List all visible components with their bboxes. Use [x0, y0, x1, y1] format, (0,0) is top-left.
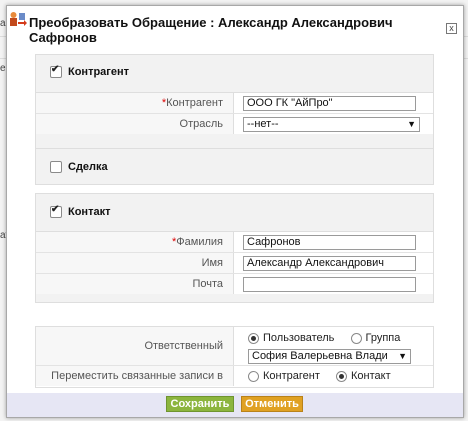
first-name-label: Имя	[36, 253, 234, 273]
first-name-input[interactable]: Александр Александрович	[243, 256, 416, 271]
contact-section: Контакт *Фамилия Сафронов Имя Александр …	[35, 193, 434, 303]
deal-section-header[interactable]: Сделка	[50, 159, 108, 175]
responsible-type-radios: Пользователь Группа	[248, 331, 411, 345]
responsible-user-select[interactable]: София Валерьевна Влади ▼	[248, 349, 411, 364]
convert-icon	[10, 12, 27, 26]
assignment-section: Ответственный Пользователь Группа София …	[35, 326, 434, 388]
radio-move-contact[interactable]	[336, 370, 347, 382]
cancel-button[interactable]: Отменить	[241, 396, 303, 412]
assignment-fields: Ответственный Пользователь Группа София …	[36, 327, 433, 386]
responsible-row: Ответственный Пользователь Группа София …	[36, 327, 433, 366]
contact-checkbox[interactable]	[50, 204, 62, 218]
last-name-input[interactable]: Сафронов	[243, 235, 416, 250]
dialog-title: Преобразовать Обращение : Александр Алек…	[29, 15, 393, 45]
move-records-label: Переместить связанные записи в	[36, 366, 234, 386]
radio-user-label: Пользователь	[263, 332, 335, 344]
contractor-fields: *Контрагент ООО ГК "АйПро" Отрасль --нет…	[36, 92, 433, 134]
dialog-titlebar[interactable]: Преобразовать Обращение : Александр Алек…	[7, 6, 463, 48]
deal-heading: Сделка	[68, 161, 108, 173]
contractor-name-row: *Контрагент ООО ГК "АйПро"	[36, 93, 433, 114]
responsible-label: Ответственный	[36, 327, 234, 365]
convert-lead-dialog: Преобразовать Обращение : Александр Алек…	[6, 5, 464, 418]
dropdown-arrow-icon: ▼	[398, 351, 407, 361]
dropdown-arrow-icon: ▼	[407, 119, 416, 129]
contractor-name-label: *Контрагент	[36, 93, 234, 113]
contractor-name-input[interactable]: ООО ГК "АйПро"	[243, 96, 416, 111]
email-label: Почта	[36, 274, 234, 294]
dialog-footer: Сохранить Отменить	[7, 393, 463, 417]
first-name-row: Имя Александр Александрович	[36, 253, 433, 274]
industry-select[interactable]: --нет-- ▼	[243, 117, 420, 132]
email-row: Почта	[36, 274, 433, 294]
close-icon[interactable]: x	[446, 23, 457, 34]
radio-move-contractor[interactable]	[248, 370, 259, 382]
radio-group-label: Группа	[365, 332, 401, 344]
contact-section-header[interactable]: Контакт	[50, 204, 110, 220]
deal-checkbox[interactable]	[50, 161, 62, 173]
last-name-row: *Фамилия Сафронов	[36, 232, 433, 253]
radio-move-contact-label: Контакт	[351, 370, 391, 382]
contractor-section: Контрагент *Контрагент ООО ГК "АйПро" От…	[35, 54, 434, 157]
industry-row: Отрасль --нет-- ▼	[36, 114, 433, 134]
contractor-checkbox[interactable]	[50, 64, 62, 78]
radio-move-contractor-label: Контрагент	[263, 370, 320, 382]
contact-fields: *Фамилия Сафронов Имя Александр Александ…	[36, 231, 433, 294]
save-button[interactable]: Сохранить	[166, 396, 234, 412]
deal-section: Сделка	[35, 148, 434, 185]
contractor-heading: Контрагент	[68, 66, 130, 78]
contractor-section-header[interactable]: Контрагент	[50, 64, 129, 80]
industry-label: Отрасль	[36, 114, 234, 134]
radio-group[interactable]	[350, 332, 362, 344]
move-records-row: Переместить связанные записи в Контраген…	[36, 366, 433, 386]
email-input[interactable]	[243, 277, 416, 292]
last-name-label: *Фамилия	[36, 232, 234, 252]
radio-user[interactable]	[248, 332, 259, 344]
contact-heading: Контакт	[68, 206, 111, 218]
